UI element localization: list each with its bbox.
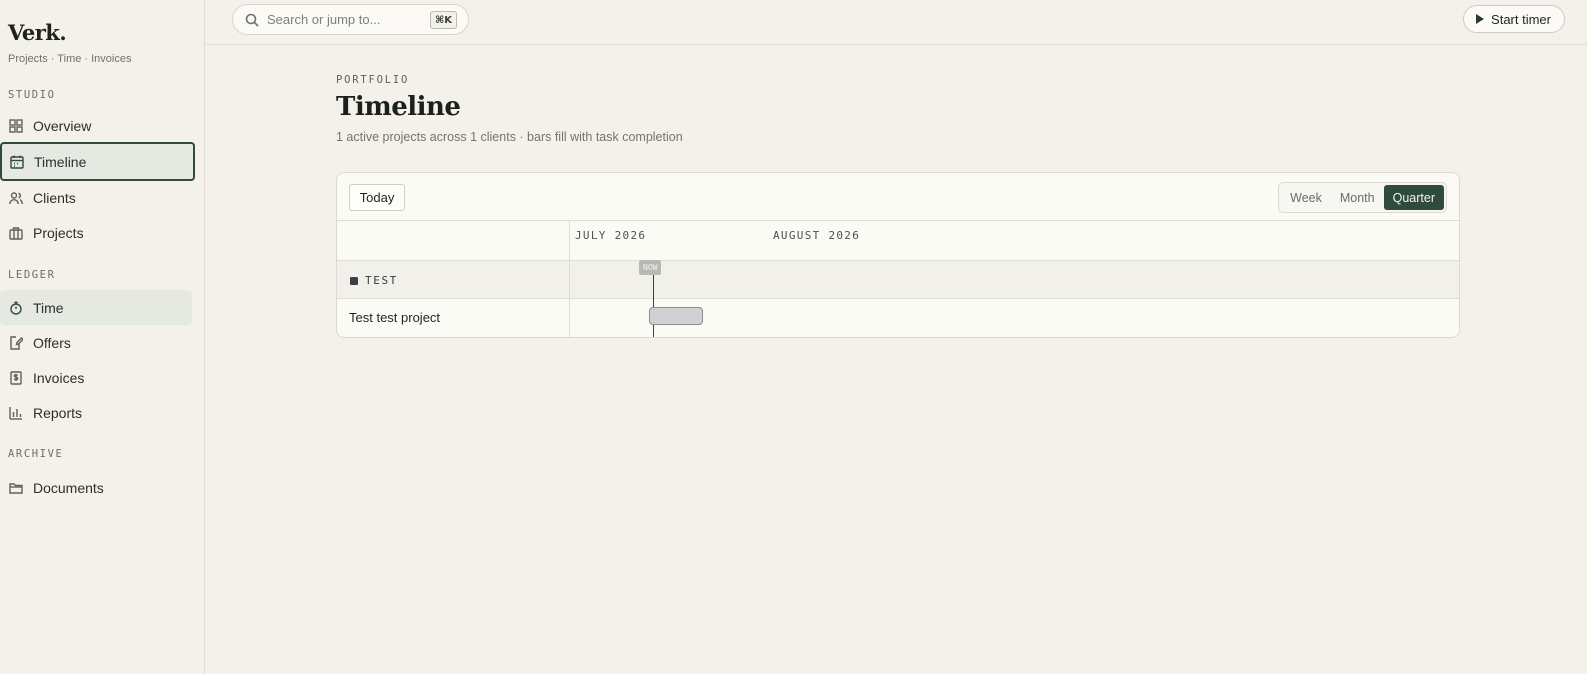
month-label: AUGUST 2026 bbox=[773, 229, 861, 242]
sidebar-item-label: Projects bbox=[33, 224, 84, 241]
sidebar-item-label: Clients bbox=[33, 189, 76, 206]
start-timer-label: Start timer bbox=[1491, 11, 1551, 27]
stopwatch-icon bbox=[8, 300, 23, 315]
brand-tagline: Projects · Time · Invoices bbox=[8, 53, 132, 65]
view-switcher: Week Month Quarter bbox=[1278, 182, 1447, 213]
page-title: Timeline bbox=[336, 92, 461, 122]
group-color-swatch bbox=[350, 277, 358, 285]
play-icon bbox=[1476, 14, 1485, 24]
search-input[interactable]: Search or jump to... ⌘K bbox=[232, 4, 469, 35]
column-divider bbox=[569, 220, 570, 337]
project-name: Test test project bbox=[349, 310, 441, 325]
page-eyebrow: PORTFOLIO bbox=[336, 74, 410, 86]
sidebar-item-reports[interactable]: Reports bbox=[0, 395, 193, 430]
sidebar-item-label: Timeline bbox=[34, 153, 87, 170]
sidebar-item-label: Time bbox=[33, 299, 64, 316]
brand-logo[interactable]: Verk. bbox=[8, 20, 67, 45]
sidebar-item-timeline[interactable]: Timeline bbox=[0, 142, 195, 181]
bar-chart-icon bbox=[8, 405, 23, 420]
invoice-dollar-icon bbox=[8, 370, 23, 385]
sidebar-item-label: Offers bbox=[33, 334, 71, 351]
search-icon bbox=[245, 13, 259, 27]
topbar: Search or jump to... ⌘K Start timer bbox=[205, 0, 1587, 45]
sidebar-item-label: Invoices bbox=[33, 369, 85, 386]
now-indicator-line bbox=[653, 273, 654, 337]
sidebar-item-overview[interactable]: Overview bbox=[0, 108, 193, 143]
timeline-panel: Today Week Month Quarter JULY 2026 AUGUS… bbox=[336, 172, 1460, 338]
sidebar: Verk. Projects · Time · Invoices STUDIO … bbox=[0, 0, 205, 674]
sidebar-item-time[interactable]: Time bbox=[0, 290, 192, 325]
view-month-button[interactable]: Month bbox=[1331, 185, 1384, 210]
sidebar-item-projects[interactable]: Projects bbox=[0, 215, 193, 250]
sidebar-item-invoices[interactable]: Invoices bbox=[0, 360, 193, 395]
now-indicator-tag: NOW bbox=[639, 260, 662, 275]
today-button[interactable]: Today bbox=[349, 184, 405, 211]
month-label: JULY 2026 bbox=[575, 229, 647, 242]
timeline-header bbox=[337, 220, 1459, 261]
sidebar-item-label: Documents bbox=[33, 479, 104, 496]
sidebar-item-clients[interactable]: Clients bbox=[0, 180, 193, 215]
project-bar[interactable] bbox=[649, 307, 703, 325]
sidebar-item-documents[interactable]: Documents bbox=[0, 470, 193, 505]
start-timer-button[interactable]: Start timer bbox=[1463, 5, 1565, 33]
view-week-button[interactable]: Week bbox=[1281, 185, 1331, 210]
sidebar-item-label: Reports bbox=[33, 404, 83, 421]
search-placeholder: Search or jump to... bbox=[267, 12, 381, 27]
sidebar-item-label: Overview bbox=[33, 117, 92, 134]
page-subtitle: 1 active projects across 1 clients · bar… bbox=[336, 130, 683, 144]
sidebar-item-offers[interactable]: Offers bbox=[0, 325, 193, 360]
folder-icon bbox=[8, 480, 23, 495]
section-label-studio: STUDIO bbox=[8, 89, 56, 101]
shortcut-badge: ⌘K bbox=[429, 11, 457, 29]
group-row: TEST bbox=[337, 261, 1459, 299]
group-name: TEST bbox=[365, 274, 398, 287]
section-label-ledger: LEDGER bbox=[8, 269, 56, 281]
document-edit-icon bbox=[8, 335, 23, 350]
users-icon bbox=[8, 190, 23, 205]
section-label-archive: ARCHIVE bbox=[8, 448, 64, 460]
briefcase-icon bbox=[8, 225, 23, 240]
grid-icon bbox=[8, 118, 23, 133]
project-row[interactable]: Test test project bbox=[337, 299, 1459, 337]
calendar-icon bbox=[9, 154, 24, 169]
view-quarter-button[interactable]: Quarter bbox=[1383, 185, 1444, 210]
